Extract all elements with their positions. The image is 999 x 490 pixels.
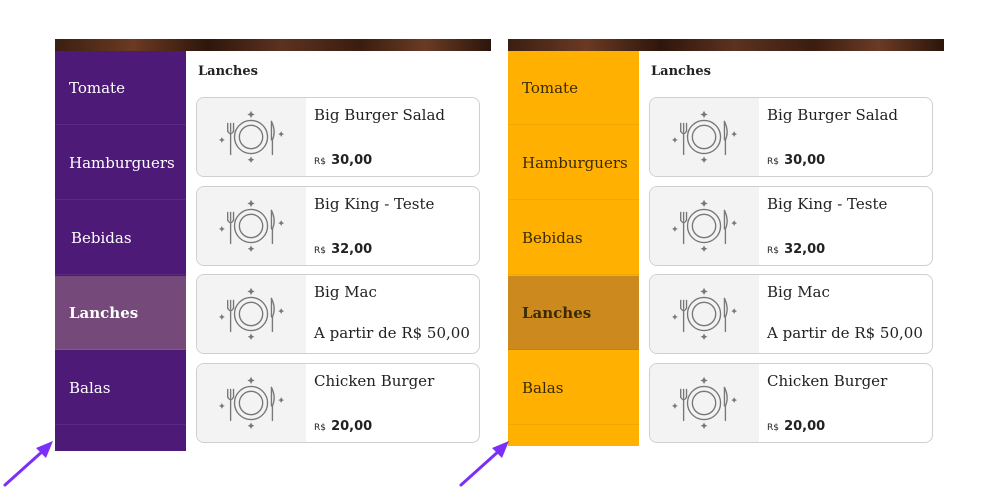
product-card[interactable]: Chicken Burger R$ 20,00 [196,363,480,443]
category-label: Bebidas [71,228,132,247]
product-list: Lanches Big Burger Salad R$ 30,00 Big Ki… [639,51,944,446]
product-price: R$ 30,00 [314,149,372,168]
category-label: Lanches [69,303,139,322]
category-label: Tomate [522,78,578,97]
category-sidebar: Tomate Hamburguers Bebidas Lanches Balas [508,51,639,446]
price-amount: 30,00 [784,153,826,168]
product-name: Big Burger Salad [314,106,446,124]
plate-fork-knife-icon [197,98,306,176]
product-price: R$ 32,00 [314,238,372,257]
product-price: R$ 20,00 [767,415,825,434]
category-label: Tomate [69,78,125,97]
product-price-from: A partir de R$ 50,00 [767,324,923,342]
product-name: Big Mac [767,283,830,301]
product-card[interactable]: Big King - Teste R$ 32,00 [196,186,480,266]
category-item-lanches[interactable]: Lanches [508,276,639,350]
product-card[interactable]: Big Mac A partir de R$ 50,00 [649,274,933,354]
category-label: Hamburguers [69,153,175,172]
category-item-bebidas[interactable]: Bebidas [508,201,639,275]
currency-symbol: R$ [767,157,779,167]
section-title: Lanches [651,64,711,79]
product-name: Big King - Teste [314,195,435,213]
price-amount: 20,00 [784,419,826,434]
price-amount: 32,00 [331,242,373,257]
product-name: Big Mac [314,283,377,301]
currency-symbol: R$ [314,157,326,167]
product-name: Chicken Burger [314,372,435,390]
category-item-bebidas[interactable]: Bebidas [55,201,186,275]
menu-panel-purple: Tomate Hamburguers Bebidas Lanches Balas… [55,39,491,451]
category-item-balas[interactable]: Balas [55,351,186,425]
plate-fork-knife-icon [650,98,759,176]
category-sidebar: Tomate Hamburguers Bebidas Lanches Balas [55,51,186,451]
product-price-from: A partir de R$ 50,00 [314,324,470,342]
header-banner [508,39,944,51]
product-list: Lanches Big Burger Salad R$ 30,00 Big Ki… [186,51,491,451]
arrow-icon [459,441,509,487]
price-amount: 30,00 [331,153,373,168]
category-label: Lanches [522,303,592,322]
category-label: Balas [522,378,564,397]
currency-symbol: R$ [314,423,326,433]
category-item-tomate[interactable]: Tomate [55,51,186,125]
currency-symbol: R$ [767,246,779,256]
product-name: Chicken Burger [767,372,888,390]
category-label: Bebidas [522,228,583,247]
section-title: Lanches [198,64,258,79]
product-name: Big King - Teste [767,195,888,213]
plate-fork-knife-icon [650,364,759,442]
header-banner [55,39,491,51]
menu-panel-yellow: Tomate Hamburguers Bebidas Lanches Balas… [508,39,944,446]
category-item-hamburguers[interactable]: Hamburguers [508,126,639,200]
plate-fork-knife-icon [650,187,759,265]
product-price: R$ 32,00 [767,238,825,257]
product-price: R$ 20,00 [314,415,372,434]
currency-symbol: R$ [767,423,779,433]
product-card[interactable]: Big Burger Salad R$ 30,00 [196,97,480,177]
product-card[interactable]: Big Mac A partir de R$ 50,00 [196,274,480,354]
plate-fork-knife-icon [650,275,759,353]
price-amount: 32,00 [784,242,826,257]
product-card[interactable]: Chicken Burger R$ 20,00 [649,363,933,443]
category-item-hamburguers[interactable]: Hamburguers [55,126,186,200]
product-price: R$ 30,00 [767,149,825,168]
category-label: Hamburguers [522,153,628,172]
plate-fork-knife-icon [197,275,306,353]
currency-symbol: R$ [314,246,326,256]
category-label: Balas [69,378,111,397]
arrow-icon [3,441,53,487]
product-name: Big Burger Salad [767,106,899,124]
product-card[interactable]: Big Burger Salad R$ 30,00 [649,97,933,177]
plate-fork-knife-icon [197,187,306,265]
category-item-tomate[interactable]: Tomate [508,51,639,125]
category-item-balas[interactable]: Balas [508,351,639,425]
price-amount: 20,00 [331,419,373,434]
category-item-lanches[interactable]: Lanches [55,276,186,350]
plate-fork-knife-icon [197,364,306,442]
product-card[interactable]: Big King - Teste R$ 32,00 [649,186,933,266]
